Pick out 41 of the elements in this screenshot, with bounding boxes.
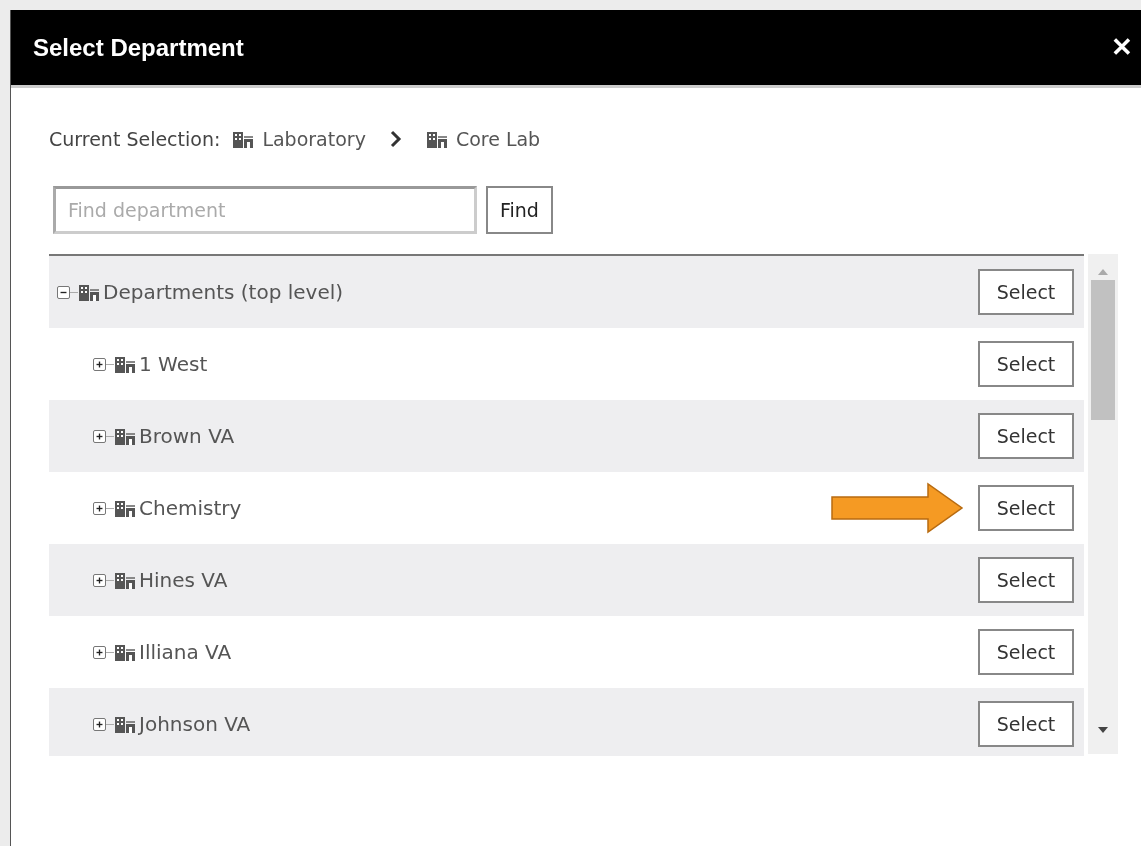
building-icon (232, 130, 255, 148)
collapse-toggle[interactable] (57, 285, 70, 299)
expand-toggle[interactable] (93, 357, 106, 371)
building-icon (114, 643, 136, 661)
select-button[interactable]: Select (978, 269, 1074, 315)
select-button[interactable]: Select (978, 485, 1074, 531)
select-button[interactable]: Select (978, 341, 1074, 387)
scrollbar[interactable] (1088, 254, 1118, 754)
tree-item-label[interactable]: 1 West (139, 352, 208, 376)
building-icon (114, 427, 136, 445)
scrollbar-thumb[interactable] (1091, 280, 1115, 420)
building-icon (114, 355, 136, 373)
expand-toggle[interactable] (93, 717, 106, 731)
building-icon (114, 571, 136, 589)
tree-item-label[interactable]: Departments (top level) (103, 280, 344, 304)
expand-toggle[interactable] (93, 429, 106, 443)
building-icon (425, 130, 448, 148)
select-button[interactable]: Select (978, 629, 1074, 675)
tree-item-label[interactable]: Chemistry (139, 496, 242, 520)
breadcrumb-item[interactable]: Laboratory (262, 128, 366, 150)
scroll-down-icon[interactable] (1098, 726, 1108, 734)
dialog-title: Select Department (33, 33, 244, 62)
select-button[interactable]: Select (978, 413, 1074, 459)
tree-item-label[interactable]: Illiana VA (139, 640, 232, 664)
tree-item-label[interactable]: Johnson VA (139, 712, 251, 736)
chevron-right-icon (389, 130, 402, 148)
breadcrumb-item[interactable]: Core Lab (455, 128, 541, 150)
tree-item-label[interactable]: Hines VA (139, 568, 228, 592)
select-button[interactable]: Select (978, 701, 1074, 747)
building-icon (114, 499, 136, 517)
selection-label: Current Selection: (49, 128, 221, 150)
expand-toggle[interactable] (93, 645, 106, 659)
building-icon (78, 283, 100, 301)
select-button[interactable]: Select (978, 557, 1074, 603)
expand-toggle[interactable] (93, 573, 106, 587)
close-button[interactable]: ✕ (1111, 32, 1133, 63)
search-field[interactable]: Find department (53, 186, 477, 234)
find-button[interactable]: Find (486, 186, 553, 234)
building-icon (114, 715, 136, 733)
expand-toggle[interactable] (93, 501, 106, 515)
tree-item-label[interactable]: Brown VA (139, 424, 235, 448)
